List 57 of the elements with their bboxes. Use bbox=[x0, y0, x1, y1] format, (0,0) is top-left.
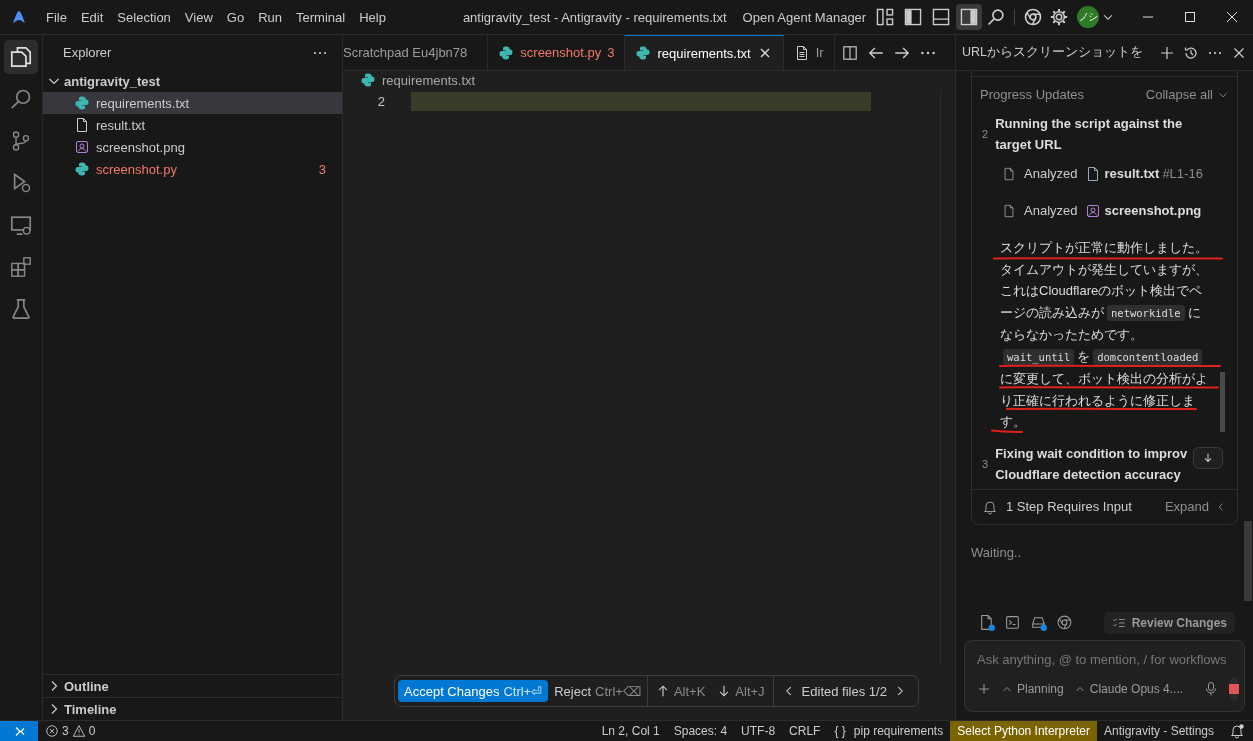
step-number: 3 bbox=[982, 457, 989, 470]
menu-item[interactable]: Help bbox=[352, 6, 393, 28]
interpreter-button[interactable]: Select Python Interpreter bbox=[950, 720, 1097, 741]
conversation-title: URLからスクリーンショットを bbox=[962, 44, 1144, 61]
status-item[interactable]: Ln 2, Col 1 bbox=[594, 720, 667, 741]
expand-button[interactable]: Expand bbox=[1164, 499, 1227, 514]
menu-item[interactable]: File bbox=[39, 6, 74, 28]
message-text: スクリプトが正常に動作しました。タイムアウトが発生していますが、これはCloudflareのボット検出でページの読み込みが networkidle にならなかったためです。 wait_until を domcontentloaded に変更して、ボット検出の分析がより正確に行われるように修正します。 bbox=[1000, 239, 1209, 431]
action-label: Analyzed bbox=[1024, 203, 1078, 218]
tree-item[interactable]: requirements.txt bbox=[43, 92, 342, 114]
tree-item[interactable]: screenshot.png bbox=[43, 136, 342, 158]
model-picker[interactable]: Claude Opus 4.... bbox=[1073, 682, 1184, 696]
file-link[interactable]: result.txt #L1-16 bbox=[1085, 165, 1203, 182]
menu-item[interactable]: Edit bbox=[73, 6, 111, 28]
section-header[interactable]: Outline bbox=[43, 674, 342, 697]
step-title: Fixing wait condition to improv bbox=[995, 444, 1189, 463]
menu-item[interactable]: Run bbox=[251, 6, 289, 28]
menu-item[interactable]: View bbox=[177, 6, 220, 28]
accept-button[interactable]: Accept Changes Ctrl+⏎ bbox=[398, 680, 549, 702]
chat-input-box[interactable]: Ask anything, @ to mention, / for workflows Planning Claude Opus 4.... bbox=[964, 640, 1245, 712]
card-title: Progress Updates bbox=[980, 87, 1085, 102]
editor-tab[interactable]: Scratchpad Eu4jbn78 bbox=[343, 35, 489, 70]
menu-item[interactable]: Go bbox=[219, 6, 252, 28]
status-item[interactable]: Spaces: 4 bbox=[666, 720, 735, 741]
menu-item[interactable]: Terminal bbox=[289, 6, 353, 28]
breadcrumb[interactable]: requirements.txt bbox=[343, 71, 955, 89]
status-item[interactable]: CRLF bbox=[782, 720, 828, 741]
step-number: 2 bbox=[982, 128, 989, 140]
status-text: Waiting.. bbox=[971, 544, 1023, 560]
agent-manager-link[interactable]: Open Agent Manager bbox=[742, 9, 867, 25]
input-required-label: 1 Step Requires Input bbox=[1006, 499, 1133, 514]
section-header[interactable]: Timeline bbox=[43, 697, 342, 720]
language-mode[interactable]: { } pip requirements bbox=[827, 720, 951, 741]
tree-item[interactable]: screenshot.py 3 bbox=[43, 158, 342, 180]
previous-change-button[interactable]: Alt+K bbox=[649, 680, 712, 702]
problems-indicator[interactable]: 3 0 bbox=[38, 720, 103, 741]
folder-item[interactable]: antigravity_test bbox=[43, 70, 342, 92]
action-label: Analyzed bbox=[1024, 166, 1078, 181]
tree-item[interactable]: result.txt bbox=[43, 114, 342, 136]
status-item[interactable]: UTF-8 bbox=[734, 720, 783, 741]
step-title: Running the script against the target URL bbox=[995, 115, 1184, 154]
avatar[interactable]: ノシ bbox=[1077, 6, 1100, 28]
line-number: 2 bbox=[376, 94, 385, 109]
mode-picker[interactable]: Planning bbox=[1001, 682, 1064, 696]
sidebar-title: Explorer bbox=[63, 45, 112, 60]
menu-item[interactable]: Selection bbox=[110, 6, 178, 28]
next-change-button[interactable]: Alt+J bbox=[711, 680, 771, 702]
editor-tab[interactable]: Ir bbox=[783, 35, 835, 70]
collapse-all-button[interactable]: Collapse all bbox=[1145, 87, 1229, 102]
window-title: antigravity_test - Antigravity - requirements.txt bbox=[462, 9, 727, 25]
edited-files-label: Edited files 1/2 bbox=[801, 683, 887, 699]
file-link[interactable]: screenshot.png bbox=[1085, 202, 1202, 219]
editor-tab[interactable]: requirements.txt bbox=[625, 35, 784, 70]
step-title: Cloudflare detection accuracy bbox=[995, 465, 1182, 484]
reject-button[interactable]: Reject Ctrl+⌫ bbox=[548, 680, 647, 702]
settings-item[interactable]: Antigravity - Settings bbox=[1096, 720, 1221, 741]
review-changes-button[interactable]: Review Changes bbox=[1103, 612, 1235, 634]
